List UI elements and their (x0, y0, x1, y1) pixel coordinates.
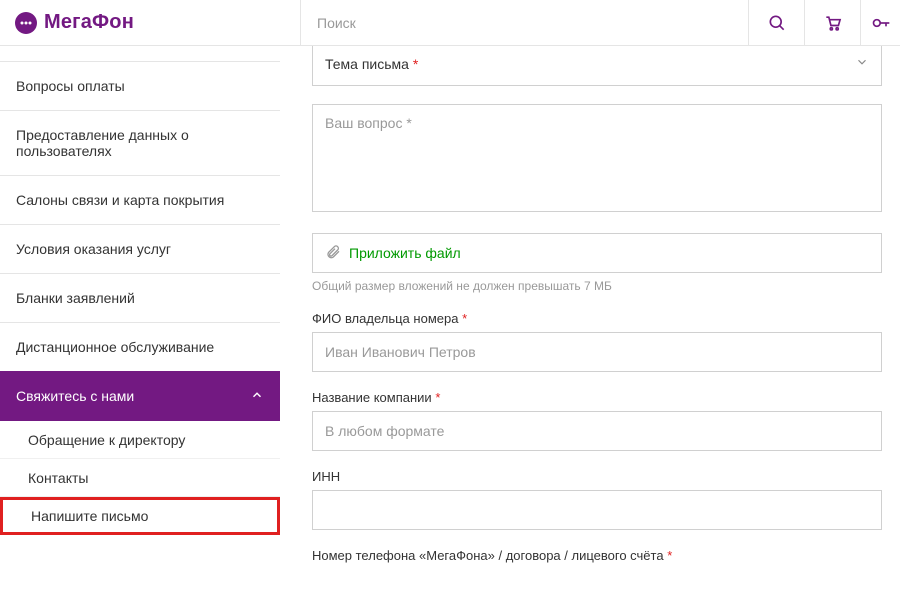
main-form: Тема письма * Приложить файл Общий разме… (280, 46, 900, 589)
logo[interactable]: МегаФон (0, 11, 300, 35)
key-icon (871, 13, 891, 33)
sidebar-item-label: Предоставление данных о пользователях (16, 127, 264, 159)
sidebar-item-label: Контакты (28, 470, 88, 486)
sidebar-item-label: Вопросы оплаты (16, 78, 125, 94)
search-button[interactable] (748, 0, 804, 45)
header: МегаФон (0, 0, 900, 46)
subject-select[interactable]: Тема письма * (312, 46, 882, 86)
sidebar-sub-write-letter[interactable]: Напишите письмо (0, 497, 280, 535)
sidebar-item-terms[interactable]: Условия оказания услуг (0, 224, 280, 274)
paperclip-icon (325, 244, 341, 263)
sidebar: Вопросы оплаты Предоставление данных о п… (0, 46, 280, 589)
fio-label: ФИО владельца номера * (312, 311, 882, 326)
sidebar-item-label: Условия оказания услуг (16, 241, 171, 257)
logo-text: МегаФон (44, 11, 134, 34)
sidebar-item-userdata[interactable]: Предоставление данных о пользователях (0, 110, 280, 176)
required-mark: * (413, 56, 418, 72)
sidebar-sub-director[interactable]: Обращение к директору (0, 421, 280, 459)
sidebar-item-contact[interactable]: Свяжитесь с нами (0, 371, 280, 421)
question-textarea[interactable] (312, 104, 882, 212)
sidebar-item-label: Салоны связи и карта покрытия (16, 192, 224, 208)
inn-input[interactable] (312, 490, 882, 530)
cart-button[interactable] (804, 0, 860, 45)
attach-file-button[interactable]: Приложить файл (312, 233, 882, 273)
login-button[interactable] (860, 0, 900, 45)
search-icon (767, 13, 787, 33)
inn-label: ИНН (312, 469, 882, 484)
chevron-up-icon (250, 388, 264, 405)
attach-helper-text: Общий размер вложений не должен превышат… (312, 279, 882, 293)
sidebar-item-payment[interactable]: Вопросы оплаты (0, 61, 280, 111)
attach-file-label: Приложить файл (349, 245, 461, 261)
company-label: Название компании * (312, 390, 882, 405)
sidebar-item-forms[interactable]: Бланки заявлений (0, 273, 280, 323)
search-input[interactable] (317, 15, 732, 31)
sidebar-item-label: Напишите письмо (31, 508, 148, 524)
sidebar-item-label: Свяжитесь с нами (16, 388, 134, 404)
required-mark: * (667, 548, 672, 563)
chevron-down-icon (855, 55, 869, 72)
sidebar-item-stores[interactable]: Салоны связи и карта покрытия (0, 175, 280, 225)
fio-input[interactable] (312, 332, 882, 372)
sidebar-item-label: Дистанционное обслуживание (16, 339, 214, 355)
cart-icon (823, 13, 843, 33)
search-box[interactable] (300, 0, 748, 45)
sidebar-item-label: Обращение к директору (28, 432, 185, 448)
phone-label: Номер телефона «МегаФона» / договора / л… (312, 548, 882, 563)
company-input[interactable] (312, 411, 882, 451)
required-mark: * (462, 311, 467, 326)
required-mark: * (435, 390, 440, 405)
subject-label: Тема письма (325, 56, 409, 72)
megafon-logo-icon (14, 11, 38, 35)
sidebar-item-remote[interactable]: Дистанционное обслуживание (0, 322, 280, 372)
sidebar-sub-contacts[interactable]: Контакты (0, 459, 280, 497)
sidebar-item-label: Бланки заявлений (16, 290, 135, 306)
